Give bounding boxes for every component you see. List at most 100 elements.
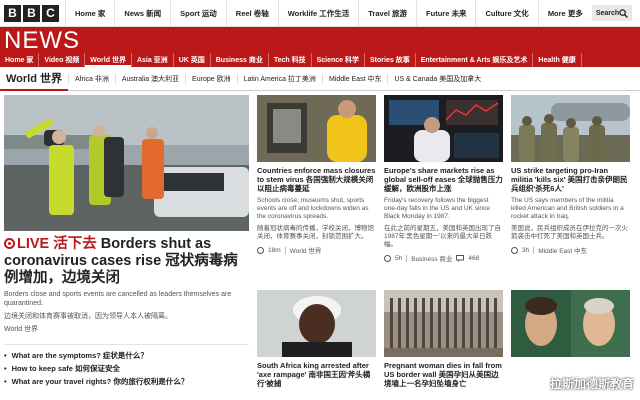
story-card[interactable]: Countries enforce mass closures to stem … — [257, 95, 376, 255]
subnav-latin-america[interactable]: Latin America 拉丁美洲 — [236, 73, 322, 84]
global-nav-culture[interactable]: Culture 文化 — [475, 0, 537, 27]
story-card-image — [257, 95, 376, 162]
logo-letter: B — [23, 4, 40, 22]
section-nav-business[interactable]: Business 商业 — [211, 53, 269, 67]
clock-icon — [511, 246, 518, 254]
global-nav-worklife[interactable]: Worklife 工作生活 — [277, 0, 359, 27]
subnav-middle-east[interactable]: Middle East 中东 — [321, 73, 388, 84]
global-nav-reel[interactable]: Reel 卷轴 — [225, 0, 278, 27]
border-police-photo — [4, 95, 249, 231]
related-link-travel-rights[interactable]: What are your travel rights? 你的旅行权利是什么？ — [4, 375, 249, 388]
logo-letter: C — [42, 4, 59, 22]
subnav-africa[interactable]: Africa 非洲 — [68, 73, 115, 84]
lead-story-summary-zh: 边境关闭和体育赛事被取消，因为领导人本人被隔离。 — [4, 313, 172, 320]
subnav-europe[interactable]: Europe 欧洲 — [185, 73, 237, 84]
subnav-current[interactable]: World 世界 — [0, 67, 69, 91]
search-label: Search — [595, 9, 620, 17]
soldiers-photo — [511, 95, 630, 162]
logo-letter: B — [4, 4, 21, 22]
story-card-meta: 5h Business 商业 468 — [384, 253, 503, 263]
watermark-text: 拉斯加德斯教育 — [549, 377, 634, 391]
story-card-title: Pregnant woman dies in fall from US bord… — [384, 361, 502, 388]
live-label: LIVE 活下去 — [17, 236, 97, 252]
section-nav-science[interactable]: Science 科学 — [312, 53, 366, 67]
clock-icon — [384, 254, 391, 262]
clock-icon — [257, 246, 264, 254]
story-card-summary: The US says members of the militia kille… — [511, 197, 624, 220]
global-nav-home[interactable]: Home 家 — [65, 0, 114, 27]
global-nav-travel[interactable]: Travel 旅游 — [358, 0, 416, 27]
subnav-australia[interactable]: Australia 澳大利亚 — [114, 73, 185, 84]
section-nav-entertainment[interactable]: Entertainment & Arts 娱乐及艺术 — [416, 53, 534, 67]
search-input[interactable]: Search — [591, 5, 633, 21]
main-content: LIVE 活下去 Borders shut as coronavirus cas… — [0, 91, 640, 400]
story-card-image — [257, 290, 376, 357]
story-card-section[interactable]: World 世界 — [290, 245, 322, 255]
global-nav-future[interactable]: Future 未来 — [416, 0, 475, 27]
related-links: What are the symptoms? 症状是什么？ How to kee… — [4, 344, 249, 388]
story-card-summary-zh: 美国说，民兵组织成员在伊拉克的一次火箭袭击中打死了美国和英国士兵。 — [511, 225, 628, 240]
comment-icon[interactable] — [456, 254, 465, 262]
border-wall-photo — [384, 290, 503, 357]
two-men-photo — [511, 290, 630, 357]
section-nav-stories[interactable]: Stories 故事 — [365, 53, 416, 67]
museum-closure-photo — [257, 95, 376, 162]
story-card-meta: 3h Middle East 中东 — [511, 245, 630, 255]
news-wordmark[interactable]: NEWS — [4, 27, 80, 55]
meta-divider — [284, 246, 286, 254]
story-card-time: 3h — [522, 246, 530, 254]
story-card[interactable]: Europe's share markets rise as global se… — [384, 95, 503, 263]
live-icon — [4, 238, 15, 249]
story-card-title: South Africa king arrested after 'axe ra… — [257, 361, 371, 388]
lead-story-image[interactable] — [4, 95, 249, 231]
world-subnav: World 世界 Africa 非洲 Australia 澳大利亚 Europe… — [0, 67, 640, 91]
related-link-keep-safe[interactable]: How to keep safe 如何保证安全 — [4, 362, 249, 375]
meta-divider — [406, 254, 408, 262]
section-nav-asia[interactable]: Asia 亚洲 — [132, 53, 174, 67]
story-card-summary: Schools close, museums shut, sports even… — [257, 197, 369, 220]
global-nav-sport[interactable]: Sport 运动 — [170, 0, 226, 27]
story-card-image — [511, 290, 630, 357]
bbc-logo[interactable]: B B C — [0, 4, 65, 22]
meta-divider — [533, 246, 535, 254]
story-card-summary-zh: 随着冠状病毒的传播，学校关闭，博物馆关闭，体育赛事关闭，封锁范围扩大。 — [257, 225, 374, 240]
lead-story-headline[interactable]: LIVE 活下去 Borders shut as coronavirus cas… — [4, 236, 249, 287]
story-card-section[interactable]: Middle East 中东 — [538, 245, 587, 255]
related-link-symptoms[interactable]: What are the symptoms? 症状是什么？ — [4, 349, 249, 362]
story-card-image — [384, 95, 503, 162]
story-card-title: Countries enforce mass closures to stem … — [257, 166, 376, 193]
global-header: B B C Home 家 News 新闻 Sport 运动 Reel 卷轴 Wo… — [0, 0, 640, 27]
lead-story-summary: Borders close and sports events are canc… — [4, 291, 232, 307]
story-card-summary-zh: 在此之前的星期五，美国和英国出现了自1987年'黑色星期一'以来的最大单日跌幅。 — [384, 225, 501, 248]
section-nav-video[interactable]: Video 视频 — [39, 53, 86, 67]
section-nav: Home 家 Video 视频 World 世界 Asia 亚洲 UK 英国 B… — [0, 53, 582, 67]
story-card-meta: 18m World 世界 — [257, 245, 376, 255]
lead-story: LIVE 活下去 Borders shut as coronavirus cas… — [4, 95, 249, 388]
story-card[interactable] — [511, 290, 630, 361]
section-nav-uk[interactable]: UK 英国 — [174, 53, 211, 67]
stock-trader-photo — [384, 95, 503, 162]
story-card[interactable]: US strike targeting pro-Iran militia 'ki… — [511, 95, 630, 255]
lead-story-section-tag[interactable]: World 世界 — [4, 324, 249, 334]
global-nav-more[interactable]: More 更多 — [537, 0, 592, 27]
story-card-time: 5h — [395, 254, 403, 262]
search-icon[interactable] — [619, 8, 629, 18]
section-nav-health[interactable]: Health 健康 — [533, 53, 582, 67]
story-card-title: US strike targeting pro-Iran militia 'ki… — [511, 166, 628, 193]
section-nav-tech[interactable]: Tech 科技 — [269, 53, 312, 67]
global-nav-news[interactable]: News 新闻 — [114, 0, 170, 27]
section-nav-world[interactable]: World 世界 — [85, 53, 132, 67]
story-card-comment-count[interactable]: 468 — [468, 255, 479, 262]
story-card-image — [511, 95, 630, 162]
global-nav: Home 家 News 新闻 Sport 运动 Reel 卷轴 Worklife… — [65, 0, 592, 27]
story-card-summary: Friday's recovery follows the biggest on… — [384, 197, 490, 220]
story-card[interactable]: Pregnant woman dies in fall from US bord… — [384, 290, 503, 388]
story-card[interactable]: South Africa king arrested after 'axe ra… — [257, 290, 376, 388]
story-card-image — [384, 290, 503, 357]
south-africa-king-photo — [257, 290, 376, 357]
section-nav-home[interactable]: Home 家 — [0, 53, 40, 67]
subnav-us-canada[interactable]: US & Canada 美国及加拿大 — [387, 73, 487, 84]
story-card-section[interactable]: Business 商业 — [411, 253, 452, 263]
news-masthead: NEWS Home 家 Video 视频 World 世界 Asia 亚洲 UK… — [0, 27, 640, 67]
story-card-time: 18m — [268, 246, 281, 254]
